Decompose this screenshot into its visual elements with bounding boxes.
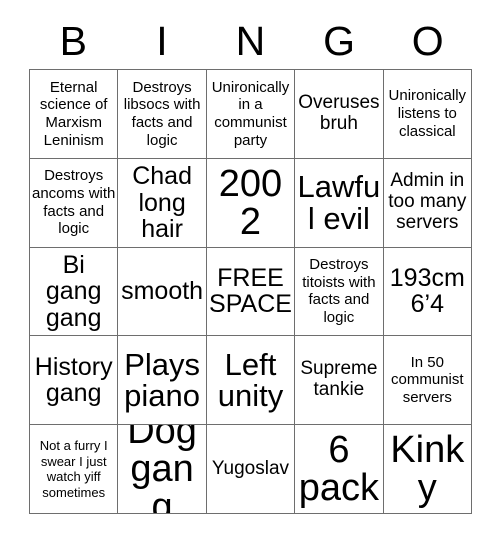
bingo-cell-label: Not a furry I swear I just watch yiff so… (39, 437, 108, 500)
bingo-cell-label: Bi gang gang (45, 251, 102, 332)
bingo-cell-r2-c3[interactable]: 2002 (206, 158, 296, 248)
bingo-cell-r5-c1[interactable]: Not a furry I swear I just watch yiff so… (30, 425, 119, 514)
bingo-cell-label: Destroys libsocs with facts and logic (123, 78, 201, 149)
bingo-cell-r2-c1[interactable]: Destroys ancoms with facts and logic (30, 158, 119, 248)
bingo-cell-label: Plays piano (124, 346, 201, 414)
bingo-cell-label: Admin in too many servers (388, 170, 467, 234)
bingo-cell-r1-c5[interactable]: Unironically listens to classical (383, 70, 472, 159)
bingo-header-letter-o: O (411, 18, 444, 64)
bingo-cell-r2-c4[interactable]: Lawful evil (295, 158, 384, 248)
bingo-cell-r4-c1[interactable]: History gang (30, 336, 119, 426)
bingo-cell-label: Destroys ancoms with facts and logic (32, 167, 116, 238)
bingo-cell-r4-c5[interactable]: In 50 communist servers (383, 336, 472, 426)
bingo-cell-label: Yugoslav (211, 457, 290, 479)
bingo-cell-r5-c2[interactable]: Dog gang (118, 425, 207, 514)
bingo-cell-r2-c5[interactable]: Admin in too many servers (383, 158, 472, 248)
bingo-cell-r1-c2[interactable]: Destroys libsocs with facts and logic (118, 70, 207, 159)
bingo-cell-r1-c3[interactable]: Unironically in a communist party (206, 70, 296, 159)
bingo-cell-r5-c4[interactable]: 6 pack (295, 425, 384, 514)
bingo-cell-label: FREE SPACE (209, 264, 292, 319)
bingo-cell-label: In 50 communist servers (391, 353, 464, 407)
bingo-cell-label: Dog gang (127, 425, 197, 514)
bingo-cell-r3-c5[interactable]: 193cm 6’4 (383, 247, 472, 337)
bingo-cell-r1-c4[interactable]: Overuses bruh (295, 70, 384, 159)
bingo-cell-label: History gang (34, 353, 113, 408)
bingo-cell-label: Supreme tankie (300, 358, 378, 401)
bingo-cell-r3-c2[interactable]: smooth (118, 247, 207, 337)
bingo-cell-label: Lawful evil (297, 169, 381, 236)
bingo-header-letter-b: B (59, 18, 87, 64)
bingo-cell-label: 6 pack (298, 429, 380, 510)
bingo-cell-r4-c4[interactable]: Supreme tankie (295, 336, 384, 426)
bingo-cell-r3-c1[interactable]: Bi gang gang (30, 247, 119, 337)
bingo-cell-label: smooth (121, 277, 204, 306)
bingo-header-row: B I N G O (29, 14, 472, 69)
bingo-cell-r4-c2[interactable]: Plays piano (118, 336, 207, 426)
bingo-cell-label: Unironically in a communist party (211, 78, 290, 149)
bingo-cell-r3-c3[interactable]: FREE SPACE (206, 247, 296, 337)
bingo-cell-r5-c3[interactable]: Yugoslav (206, 425, 296, 514)
bingo-grid: Eternal science of Marxism Leninism Destr… (29, 69, 472, 514)
bingo-card: B I N G O Eternal science of Marxism Len… (0, 0, 500, 544)
bingo-cell-label: 193cm 6’4 (389, 264, 465, 319)
bingo-cell-label: Kinky (390, 429, 465, 510)
bingo-cell-r5-c5[interactable]: Kinky (383, 425, 472, 514)
bingo-header-letter-g: G (323, 18, 356, 64)
bingo-cell-r3-c4[interactable]: Destroys titoists with facts and logic (295, 247, 384, 337)
bingo-cell-label: Overuses bruh (298, 92, 380, 134)
bingo-cell-label: Eternal science of Marxism Leninism (39, 78, 108, 149)
bingo-cell-r1-c1[interactable]: Eternal science of Marxism Leninism (30, 70, 119, 159)
bingo-cell-label: Unironically listens to classical (388, 87, 467, 140)
bingo-cell-label: Chad long hair (132, 162, 192, 243)
bingo-cell-label: Left unity (217, 346, 284, 414)
bingo-cell-r4-c3[interactable]: Left unity (206, 336, 296, 426)
bingo-header-letter-i: I (156, 18, 168, 64)
bingo-cell-label: Destroys titoists with facts and logic (302, 256, 376, 327)
bingo-cell-r2-c2[interactable]: Chad long hair (118, 158, 207, 248)
bingo-header-letter-n: N (235, 18, 266, 64)
bingo-cell-label: 2002 (218, 162, 283, 243)
